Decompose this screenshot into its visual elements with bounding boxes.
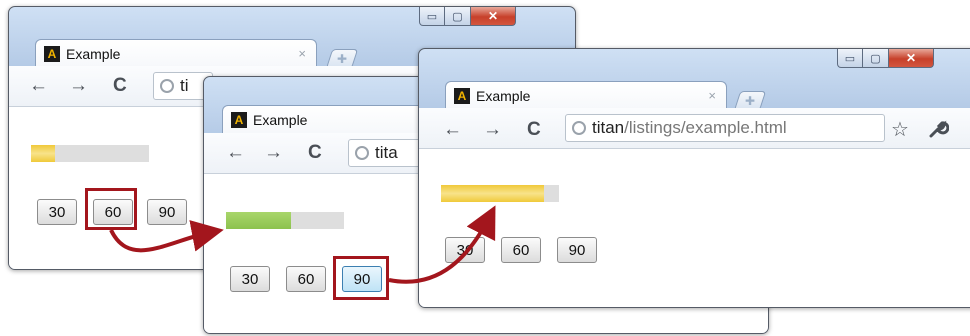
arrow-1 [109, 220, 224, 253]
annotation-arrows [109, 205, 496, 284]
arrow-2 [388, 205, 496, 284]
